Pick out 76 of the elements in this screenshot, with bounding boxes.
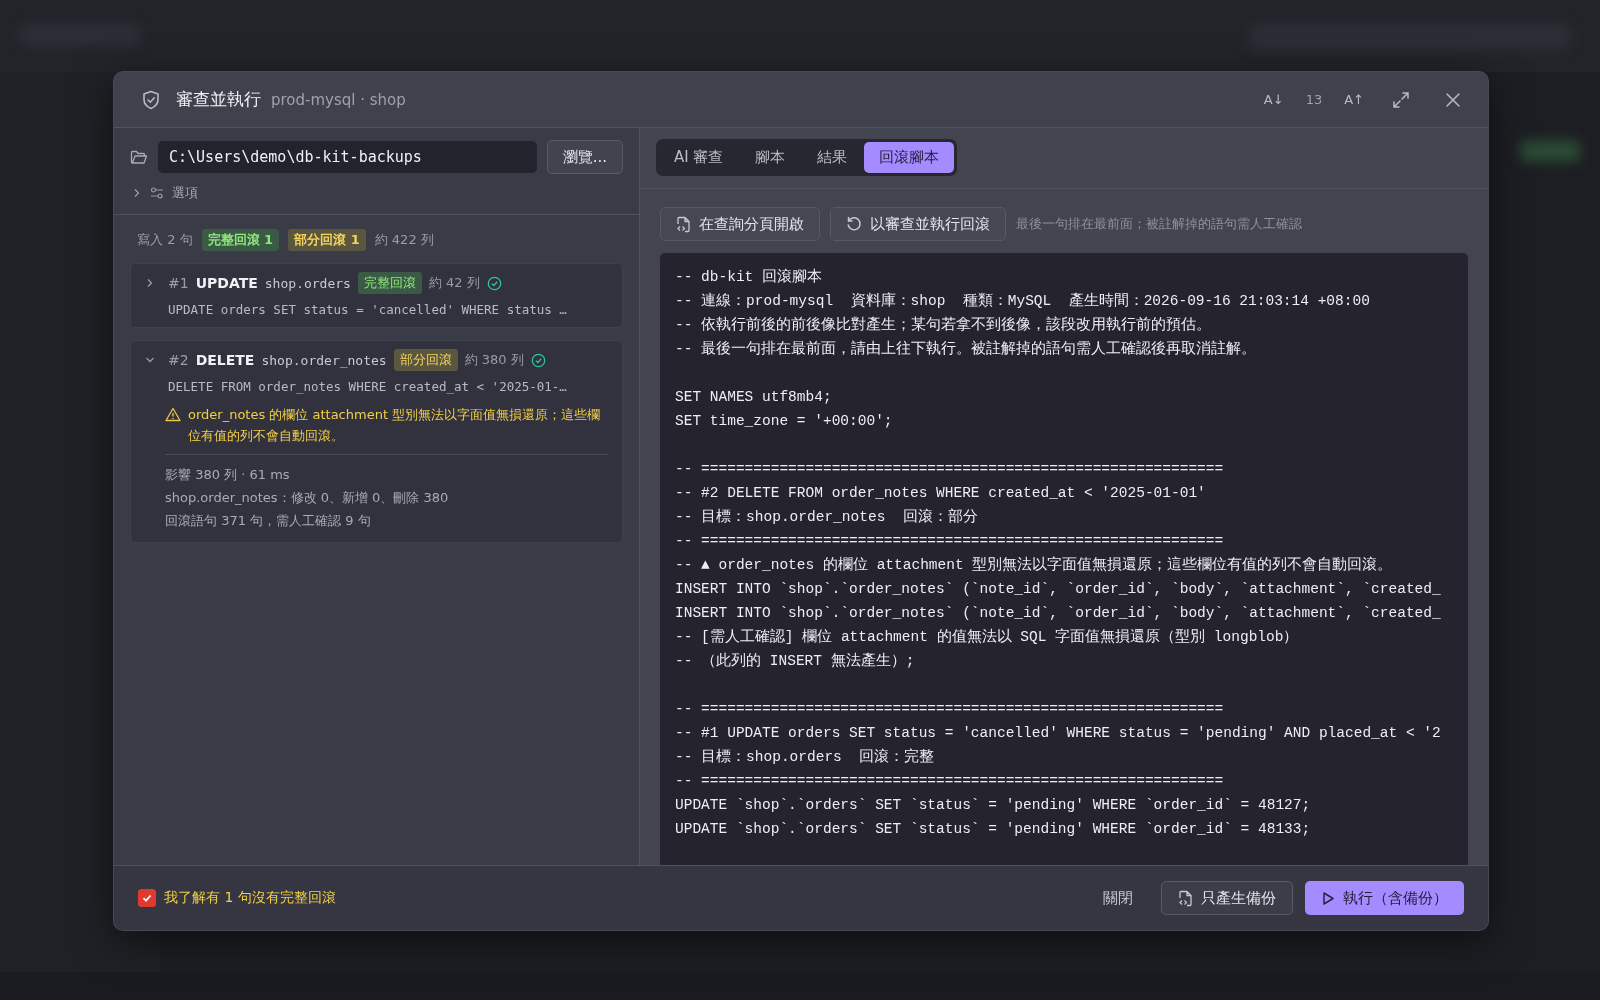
browse-button[interactable]: 瀏覽... — [546, 140, 623, 174]
file-code-icon — [676, 215, 691, 233]
font-decrease-button[interactable]: A↓ — [1259, 88, 1288, 111]
row-count: 約 422 列 — [374, 231, 434, 249]
dialog-subtitle: prod-mysql · shop — [271, 90, 406, 109]
code-line: -- ============================================================ — [675, 460, 1225, 479]
expand-icon[interactable] — [1392, 90, 1410, 109]
code-line: -- （此列的 INSERT 無法產生）; — [675, 651, 916, 671]
statement-verb: DELETE — [195, 352, 255, 368]
options-toggle[interactable]: 選項 — [172, 184, 198, 202]
chevron-icon[interactable] — [132, 188, 142, 198]
detail-line: shop.order_notes：修改 0、新增 0、刪除 380 — [165, 489, 450, 507]
code-line: -- #2 DELETE FROM order_notes WHERE created_at < '2025-01-01' — [675, 484, 1207, 503]
statement-card[interactable] — [130, 340, 623, 543]
rollback-badge: 部分回滾 1 — [288, 229, 366, 251]
code-line: INSERT INTO `shop`.`order_notes` (`note_id`, `order_id`, `body`, `attachment`, `created_ — [675, 580, 1442, 599]
code-line: UPDATE `shop`.`orders` SET `status` = 'pending' WHERE `order_id` = 48133; — [675, 820, 1312, 839]
tab[interactable]: 腳本 — [740, 142, 801, 173]
open-in-tab-button[interactable]: 在查詢分頁開啟 — [660, 207, 820, 241]
execute-button[interactable]: 執行（含備份） — [1305, 881, 1464, 915]
checkbox-label[interactable]: 我了解有 1 句沒有完整回滾 — [164, 889, 336, 907]
code-line: -- #1 UPDATE orders SET status = 'cancelled' WHERE status = 'pending' AND placed_at < '2 — [675, 724, 1442, 743]
code-line: -- ============================================================ — [675, 772, 1225, 791]
code-line: -- db-kit 回滾腳本 — [675, 267, 823, 287]
code-line: UPDATE `shop`.`orders` SET `status` = 'pending' WHERE `order_id` = 48127; — [675, 796, 1312, 815]
table-name: shop.orders — [264, 275, 351, 291]
code-line: -- [需人工確認] 欄位 attachment 的值無法以 SQL 字面值無損還原（型別 longblob） — [675, 627, 1300, 647]
code-line: -- 連線：prod-mysql 資料庫：shop 種類：MySQL 產生時間：2026-09-16 21:03:14 +08:00 — [675, 291, 1371, 311]
code-line: -- ▲ order_notes 的欄位 attachment 型別無法以字面值無損還原；這些欄位有值的列不會自動回滾。 — [675, 555, 1394, 575]
row-count: 約 380 列 — [464, 351, 524, 369]
file-code-icon — [1178, 889, 1193, 907]
play-icon — [1321, 890, 1335, 906]
statement-number: #1 — [168, 275, 189, 291]
close-button[interactable]: 關閉 — [1087, 881, 1149, 915]
font-size-value: 13 — [1305, 92, 1323, 107]
tab[interactable]: 結果 — [802, 142, 863, 173]
path-field[interactable]: C:\Users\demo\db-kit-backups — [158, 141, 537, 173]
font-increase-button[interactable]: A↑ — [1340, 88, 1368, 111]
folder-icon — [130, 149, 148, 165]
code-line: -- 依執行前後的前後像比對產生；某句若拿不到後像，該段改用執行前的預估。 — [675, 315, 1213, 335]
chevron-icon[interactable] — [145, 278, 155, 288]
undo-icon — [846, 216, 862, 232]
table-name: shop.order_notes — [261, 352, 387, 368]
rollback-badge: 部分回滾 — [393, 349, 458, 371]
close-icon[interactable] — [1446, 92, 1460, 107]
code-line: SET NAMES utf8mb4; — [675, 388, 833, 407]
tab[interactable]: 回滾腳本 — [864, 142, 955, 173]
backup-only-button[interactable]: 只產生備份 — [1161, 881, 1293, 915]
code-line: SET time_zone = '+00:00'; — [675, 412, 894, 431]
code-line: -- 目標：shop.order_notes 回滾：部分 — [675, 507, 979, 527]
checkbox[interactable] — [138, 889, 156, 907]
chevron-icon[interactable] — [145, 355, 155, 365]
statement-verb: UPDATE — [195, 275, 258, 291]
detail-line: 影響 380 列 · 61 ms — [165, 466, 291, 484]
row-count: 約 42 列 — [428, 274, 480, 292]
code-line: -- ============================================================ — [675, 532, 1225, 551]
checkmark-icon — [141, 892, 153, 904]
rollback-badge: 完整回滾 1 — [201, 229, 280, 251]
run-rollback-button[interactable]: 以審查並執行回滾 — [830, 207, 1006, 241]
statement-sql: DELETE FROM order_notes WHERE created_at < '2025-01-… — [168, 379, 568, 394]
warning-icon — [165, 407, 181, 422]
statement-sql: UPDATE orders SET status = 'cancelled' WHERE status … — [168, 302, 568, 317]
warning-message: order_notes 的欄位 attachment 型別無法以字面值無損還原；這些欄位有值的列不會自動回滾。 — [188, 406, 602, 445]
shield-check-icon — [142, 89, 160, 110]
sliders-icon — [150, 187, 164, 199]
code-line: INSERT INTO `shop`.`order_notes` (`note_id`, `order_id`, `body`, `attachment`, `created_ — [675, 604, 1442, 623]
code-line: -- ============================================================ — [675, 700, 1225, 719]
statement-number: #2 — [168, 352, 189, 368]
dialog-title: 審查並執行 — [176, 88, 261, 111]
rollback-badge: 完整回滾 — [357, 272, 422, 294]
code-line: -- 最後一句排在最前面，請由上往下執行。被註解掉的語句需人工確認後再取消註解。 — [675, 339, 1258, 359]
code-line: -- 目標：shop.orders 回滾：完整 — [675, 747, 936, 767]
tab[interactable]: AI 審查 — [659, 142, 739, 173]
statement-card[interactable]: #1 UPDATE shop.orders 完整回滾 約 42 列 UPDATE orders SET status = 'cancelled' WHERE status … — [130, 263, 623, 328]
write-count: 寫入 2 句 — [137, 231, 193, 249]
detail-line: 回滾語句 371 句，需人工確認 9 句 — [165, 512, 372, 530]
